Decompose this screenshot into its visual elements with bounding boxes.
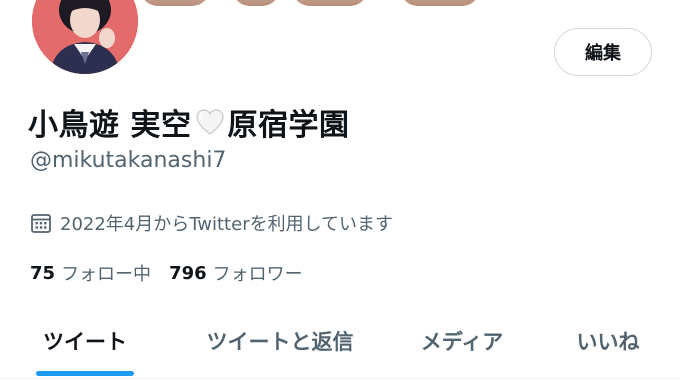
followers-link[interactable]: 796 フォロワー	[169, 260, 303, 286]
join-date: 2022年4月からTwitterを利用しています	[30, 210, 393, 236]
profile-tabs: ツイート ツイートと返信 メディア いいね	[0, 312, 680, 383]
display-name-part1: 小鳥遊 実空	[28, 108, 192, 143]
user-handle: @mikutakanashi7	[30, 148, 227, 173]
following-count: 75	[30, 262, 56, 284]
banner-photo	[400, 0, 480, 6]
display-name-part2: 原宿学園	[227, 108, 350, 143]
tab-media[interactable]: メディア	[398, 312, 526, 370]
banner-photo	[292, 0, 368, 6]
follow-stats: 75 フォロー中 796 フォロワー	[30, 260, 321, 286]
following-link[interactable]: 75 フォロー中	[30, 260, 151, 286]
banner-photo	[232, 0, 280, 6]
tab-tweets[interactable]: ツイート	[20, 312, 150, 370]
display-name: 小鳥遊 実空 原宿学園	[28, 100, 349, 144]
edit-profile-button[interactable]: 編集	[554, 28, 652, 76]
white-heart-icon	[195, 108, 225, 136]
followers-label: フォロワー	[212, 264, 303, 285]
avatar[interactable]	[28, 0, 142, 78]
edit-profile-label: 編集	[585, 43, 621, 64]
followers-count: 796	[169, 262, 207, 284]
banner-photo	[140, 0, 210, 6]
tabs-divider	[0, 378, 680, 379]
active-tab-indicator	[36, 371, 134, 376]
calendar-icon	[30, 212, 52, 234]
tab-likes[interactable]: いいね	[548, 312, 668, 370]
tab-tweets-and-replies[interactable]: ツイートと返信	[180, 312, 380, 370]
following-label: フォロー中	[61, 264, 152, 285]
join-date-text: 2022年4月からTwitterを利用しています	[60, 214, 394, 235]
